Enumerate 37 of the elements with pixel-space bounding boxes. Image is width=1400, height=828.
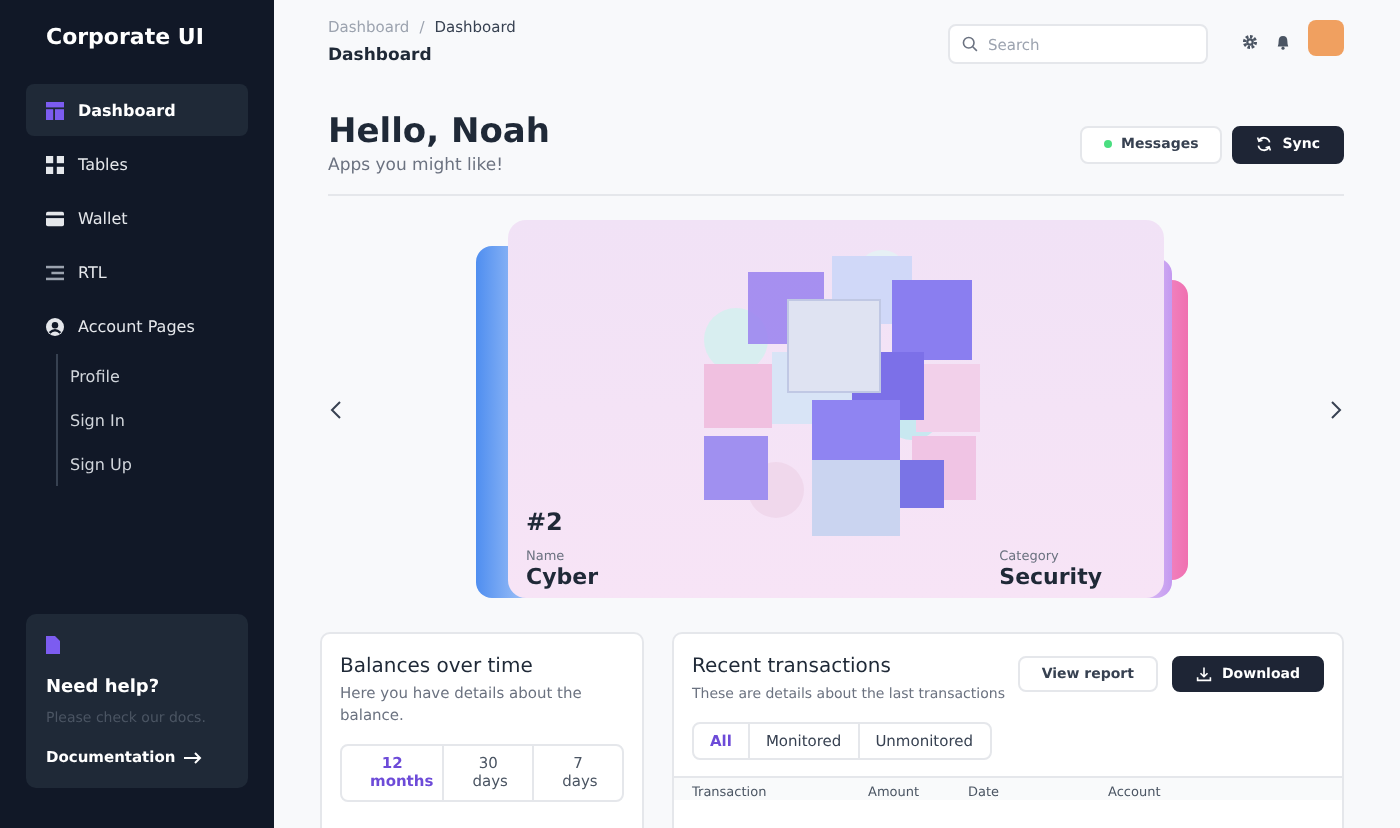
card-title: Recent transactions xyxy=(692,656,893,678)
chevron-right-icon[interactable] xyxy=(1328,400,1344,420)
card-title: Balances over time xyxy=(340,656,535,678)
greeting-subtitle: Apps you might like! xyxy=(328,156,505,176)
dashboard-icon xyxy=(46,101,64,119)
category-value: Security xyxy=(999,564,1102,590)
chevron-left-icon[interactable] xyxy=(328,400,344,420)
sidebar-subitem[interactable]: Profile xyxy=(58,354,248,398)
download-icon xyxy=(1195,666,1212,682)
sidebar-subitem[interactable]: Sign Up xyxy=(58,442,248,486)
arrow-right-icon xyxy=(183,751,202,763)
sidebar-item-label: Account Pages xyxy=(78,317,195,335)
help-title: Need help? xyxy=(46,678,162,698)
settings-icon[interactable] xyxy=(1242,34,1258,50)
rank-number: #2 xyxy=(526,508,565,536)
brand-name: Corporate UI xyxy=(46,24,206,50)
sidebar-item-label: Wallet xyxy=(78,209,128,227)
sidebar-item[interactable]: Tables xyxy=(26,138,248,190)
sidebar-item[interactable]: Dashboard xyxy=(26,84,248,136)
card-icon xyxy=(46,209,64,227)
page-title: Dashboard xyxy=(328,46,434,66)
sidebar-item[interactable]: Wallet xyxy=(26,192,248,244)
name-value: Cyber xyxy=(526,564,599,590)
user-icon xyxy=(46,317,64,335)
bell-icon[interactable] xyxy=(1276,34,1290,50)
sidebar-item-label: RTL xyxy=(78,263,107,281)
greeting-title: Hello, Noah xyxy=(328,112,550,152)
sidebar-item[interactable]: Account Pages xyxy=(26,300,248,352)
status-dot xyxy=(1103,140,1112,148)
sidebar-subitem[interactable]: Sign In xyxy=(58,398,248,442)
sidebar-item-label: Tables xyxy=(78,155,128,173)
refresh-icon xyxy=(1256,136,1273,152)
document-icon xyxy=(46,636,60,654)
grid-icon xyxy=(46,155,64,173)
lines-icon xyxy=(46,263,64,281)
sidebar-item[interactable]: RTL xyxy=(26,246,248,298)
sidebar-item-label: Dashboard xyxy=(78,101,176,119)
